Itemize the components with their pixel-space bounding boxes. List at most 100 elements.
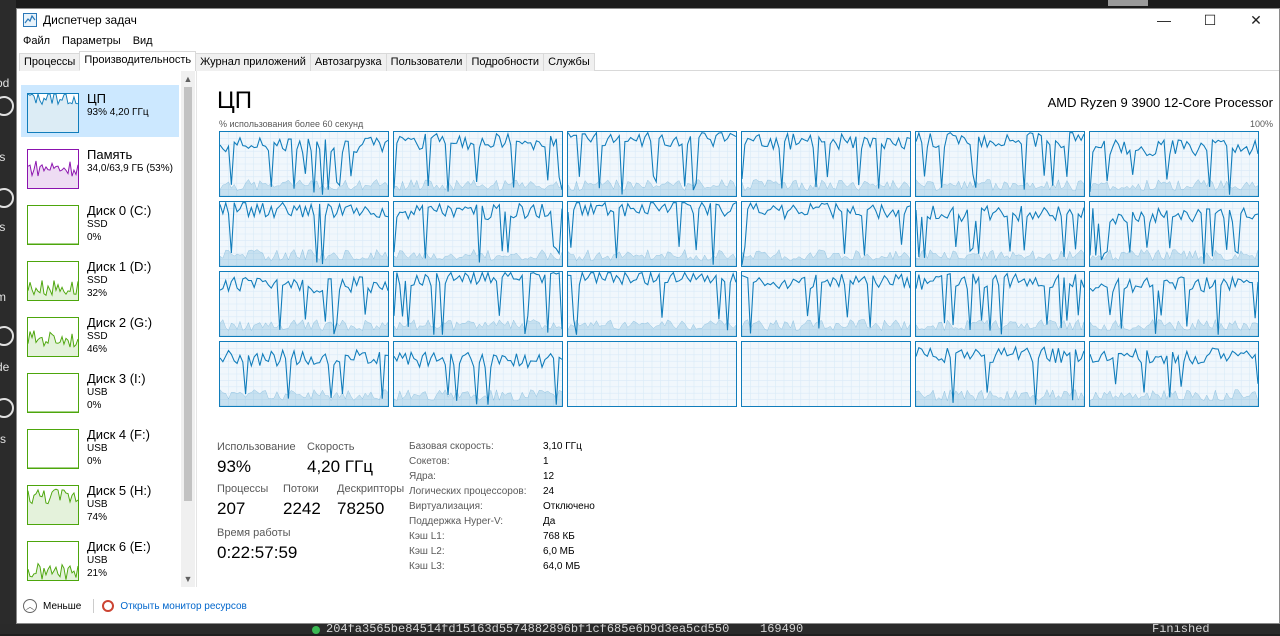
core-graph xyxy=(915,271,1085,337)
sidebar-item-detail: 93% 4,20 ГГц xyxy=(87,107,149,118)
detail-key: Виртуализация: xyxy=(409,501,483,512)
graph-max-label: 100% xyxy=(1249,119,1273,129)
chevron-up-icon[interactable]: ︿ xyxy=(23,599,37,613)
maximize-button[interactable]: ☐ xyxy=(1187,9,1233,31)
sidebar-item-percent: 0% xyxy=(87,400,102,411)
close-button[interactable]: ✕ xyxy=(1233,9,1279,31)
sidebar-item[interactable]: Диск 1 (D:) SSD 32% xyxy=(21,253,179,305)
sidebar-item-percent: 0% xyxy=(87,232,102,243)
sidebar-item-title: Диск 4 (F:) xyxy=(87,427,150,442)
open-resource-monitor-link[interactable]: Открыть монитор ресурсов xyxy=(120,601,247,612)
tab-performance[interactable]: Производительность xyxy=(79,51,197,71)
sidebar-thumbnail-graph xyxy=(27,93,79,133)
sidebar-item-title: Диск 1 (D:) xyxy=(87,259,152,274)
cpu-panel: ЦП AMD Ryzen 9 3900 12-Core Processor % … xyxy=(199,71,1279,589)
processes-value: 207 xyxy=(217,499,246,518)
logical-processor-graphs[interactable] xyxy=(219,131,1259,413)
detail-value: 6,0 МБ xyxy=(543,546,575,557)
sidebar-thumbnail-graph xyxy=(27,429,79,469)
usage-label: Использование xyxy=(217,441,296,453)
scroll-up-icon[interactable]: ▲ xyxy=(183,73,193,85)
minimize-button[interactable]: — xyxy=(1141,9,1187,31)
resource-sidebar: ЦП 93% 4,20 ГГц Память 34,0/63,9 ГБ (53%) Ди… xyxy=(17,71,197,587)
tab-processes[interactable]: Процессы xyxy=(19,53,81,71)
sidebar-item-detail: SSD xyxy=(87,219,108,230)
sidebar-scrollbar[interactable]: ▲ ▼ xyxy=(181,71,195,587)
sidebar-item-detail: 34,0/63,9 ГБ (53%) xyxy=(87,163,173,174)
bg-icon xyxy=(0,188,14,208)
core-graph xyxy=(1089,341,1259,407)
bg-label: od xyxy=(0,76,10,90)
sidebar-item-title: Диск 0 (C:) xyxy=(87,203,152,218)
scroll-down-icon[interactable]: ▼ xyxy=(183,573,193,585)
tab-services[interactable]: Службы xyxy=(543,53,595,71)
sidebar-item[interactable]: ЦП 93% 4,20 ГГц xyxy=(21,85,179,137)
core-graph xyxy=(1089,271,1259,337)
desktop-top-strip xyxy=(0,0,1280,8)
speed-label: Скорость xyxy=(307,441,355,453)
tab-app-history[interactable]: Журнал приложений xyxy=(195,53,311,71)
resource-monitor-icon xyxy=(102,600,115,612)
sidebar-item[interactable]: Память 34,0/63,9 ГБ (53%) xyxy=(21,141,179,193)
task-manager-icon xyxy=(23,13,37,27)
footer-divider xyxy=(93,599,95,613)
menu-file[interactable]: Файл xyxy=(17,33,56,51)
menu-view[interactable]: Вид xyxy=(127,33,159,51)
detail-value: 64,0 МБ xyxy=(543,561,581,572)
sidebar-item[interactable]: Диск 5 (H:) USB 74% xyxy=(21,477,179,529)
tab-startup[interactable]: Автозагрузка xyxy=(309,53,387,71)
sidebar-item[interactable]: Диск 2 (G:) SSD 46% xyxy=(21,309,179,361)
graph-caption: % использования более 60 секунд xyxy=(219,119,364,129)
sidebar-item-title: ЦП xyxy=(87,91,106,106)
fewer-details-link[interactable]: Меньше xyxy=(43,601,81,612)
uptime-label: Время работы xyxy=(217,527,291,539)
page-title: ЦП xyxy=(217,87,253,114)
core-graph xyxy=(219,341,389,407)
core-graph xyxy=(219,201,389,267)
tab-users[interactable]: Пользователи xyxy=(385,53,468,71)
tab-details[interactable]: Подробности xyxy=(466,53,545,71)
desktop-top-bar xyxy=(1108,0,1148,6)
sidebar-item[interactable]: Диск 4 (F:) USB 0% xyxy=(21,421,179,473)
menu-bar: Файл Параметры Вид xyxy=(17,33,159,51)
core-graph xyxy=(915,341,1085,407)
sidebar-item[interactable]: Диск 3 (I:) USB 0% xyxy=(21,365,179,417)
title-bar[interactable]: Диспетчер задач — ☐ ✕ xyxy=(17,9,1279,31)
menu-options[interactable]: Параметры xyxy=(56,33,127,51)
core-graph xyxy=(393,131,563,197)
core-graph xyxy=(219,131,389,197)
sidebar-thumbnail-graph xyxy=(27,317,79,357)
core-graph xyxy=(1089,201,1259,267)
bg-icon xyxy=(0,398,14,418)
core-graph xyxy=(741,341,911,407)
core-graph xyxy=(393,271,563,337)
bg-icon xyxy=(0,96,14,116)
sidebar-item[interactable]: Диск 6 (E:) USB 21% xyxy=(21,533,179,585)
uptime-value: 0:22:57:59 xyxy=(217,543,298,562)
handles-label: Дескрипторы xyxy=(337,483,405,495)
tab-bar: Процессы Производительность Журнал прило… xyxy=(19,51,1279,71)
core-graph xyxy=(567,341,737,407)
scrollbar-thumb[interactable] xyxy=(184,87,192,501)
sidebar-thumbnail-graph xyxy=(27,149,79,189)
core-graph xyxy=(567,131,737,197)
footer-bar: ︿ Меньше Открыть монитор ресурсов xyxy=(17,595,1279,617)
core-graph xyxy=(741,271,911,337)
sidebar-thumbnail-graph xyxy=(27,373,79,413)
task-manager-window: Диспетчер задач — ☐ ✕ Файл Параметры Вид… xyxy=(16,8,1280,624)
threads-label: Потоки xyxy=(283,483,319,495)
sidebar-item-title: Диск 5 (H:) xyxy=(87,483,152,498)
detail-value: Отключено xyxy=(543,501,595,512)
bg-label: ts xyxy=(0,220,6,234)
cpu-model: AMD Ryzen 9 3900 12-Core Processor xyxy=(1047,95,1273,110)
sidebar-item-detail: SSD xyxy=(87,331,108,342)
speed-value: 4,20 ГГц xyxy=(307,457,373,476)
core-graph xyxy=(219,271,389,337)
sidebar-item-percent: 74% xyxy=(87,512,108,523)
sidebar-item-percent: 46% xyxy=(87,344,108,355)
core-graph xyxy=(393,201,563,267)
sidebar-item[interactable]: Диск 0 (C:) SSD 0% xyxy=(21,197,179,249)
core-graph xyxy=(741,131,911,197)
sidebar-item-title: Диск 3 (I:) xyxy=(87,371,146,386)
detail-key: Кэш L2: xyxy=(409,546,445,557)
